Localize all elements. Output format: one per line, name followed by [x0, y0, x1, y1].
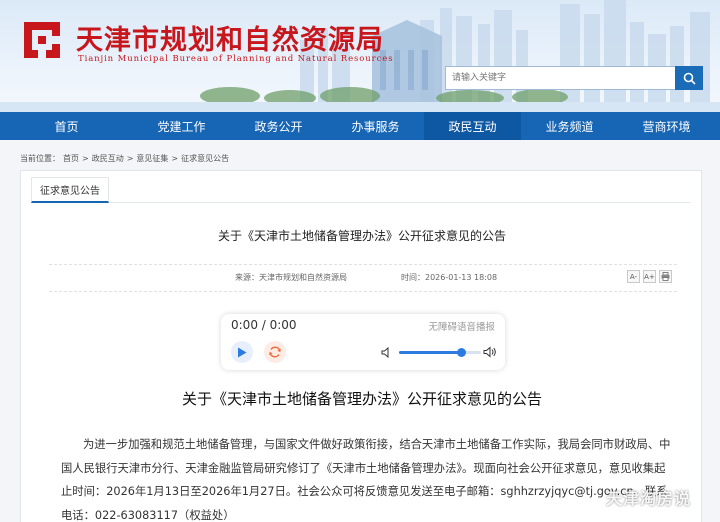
main-nav: 首页 党建工作 政务公开 办事服务 政民互动 业务频道 营商环境	[0, 112, 720, 140]
breadcrumb-separator: >	[82, 154, 89, 163]
search-input[interactable]	[445, 66, 675, 90]
tab-announcements[interactable]: 征求意见公告	[31, 177, 109, 203]
breadcrumb-separator: >	[171, 154, 179, 163]
breadcrumb-link-home[interactable]: 首页	[63, 154, 79, 163]
article-card: 征求意见公告 关于《天津市土地储备管理办法》公开征求意见的公告 来源：天津市规划…	[20, 170, 702, 522]
audio-player: 0:00 / 0:00 无障碍语音播报	[221, 314, 505, 370]
accessibility-voice-label[interactable]: 无障碍语音播报	[428, 319, 495, 333]
volume-low-icon[interactable]	[381, 347, 392, 358]
nav-item-home[interactable]: 首页	[0, 112, 133, 140]
breadcrumb-link-solicitation[interactable]: 意见征集	[136, 154, 168, 163]
font-decrease-button[interactable]: A-	[627, 270, 640, 283]
article-time: 时间：2026-01-13 18:08	[401, 273, 498, 282]
search-bar	[445, 66, 703, 90]
player-time: 0:00 / 0:00	[231, 318, 297, 332]
site-title: 天津市规划和自然资源局	[76, 25, 384, 56]
article-meta: 来源：天津市规划和自然资源局 时间：2026-01-13 18:08 A- A+	[49, 264, 677, 292]
breadcrumb-prefix: 当前位置：	[20, 154, 60, 163]
article-body: 为进一步加强和规范土地储备管理，与国家文件做好政策衔接，结合天津市土地储备工作实…	[61, 438, 671, 522]
play-icon	[238, 347, 247, 357]
search-icon	[683, 72, 696, 85]
replay-icon	[269, 346, 281, 358]
nav-item-party-building[interactable]: 党建工作	[133, 112, 230, 140]
volume-slider[interactable]	[399, 348, 481, 357]
site-header: 天津市规划和自然资源局 Tianjin Municipal Bureau of …	[0, 0, 720, 112]
breadcrumb: 当前位置： 首页 > 政民互动 > 意见征集 > 征求意见公告	[20, 153, 232, 164]
volume-slider-fill	[399, 351, 461, 354]
print-button[interactable]	[659, 270, 672, 283]
volume-high-icon[interactable]	[483, 346, 497, 358]
print-icon	[661, 272, 670, 281]
replay-button[interactable]	[264, 341, 286, 363]
breadcrumb-link-interaction[interactable]: 政民互动	[92, 154, 124, 163]
nav-item-services[interactable]: 办事服务	[327, 112, 424, 140]
nav-item-government-affairs[interactable]: 政务公开	[230, 112, 327, 140]
article-title: 关于《天津市土地储备管理办法》公开征求意见的公告	[181, 390, 542, 408]
tab-bar: 征求意见公告	[31, 177, 691, 203]
site-subtitle: Tianjin Municipal Bureau of Planning and…	[78, 54, 394, 64]
search-button[interactable]	[675, 66, 703, 90]
nav-item-interaction[interactable]: 政民互动	[424, 112, 521, 140]
article-header-title: 关于《天津市土地储备管理办法》公开征求意见的公告	[217, 229, 506, 243]
breadcrumb-link-announcements[interactable]: 征求意见公告	[181, 154, 229, 163]
font-increase-button[interactable]: A+	[643, 270, 656, 283]
watermark: 天津淘房说	[606, 489, 692, 508]
article-tools: A- A+	[627, 270, 672, 283]
nav-item-business-channel[interactable]: 业务频道	[521, 112, 618, 140]
volume-slider-thumb[interactable]	[456, 348, 466, 357]
tianjin-planning-logo	[24, 22, 60, 58]
play-button[interactable]	[231, 341, 253, 363]
nav-item-business-environment[interactable]: 营商环境	[618, 112, 715, 140]
breadcrumb-separator: >	[126, 154, 134, 163]
article-source: 来源：天津市规划和自然资源局	[235, 273, 347, 282]
